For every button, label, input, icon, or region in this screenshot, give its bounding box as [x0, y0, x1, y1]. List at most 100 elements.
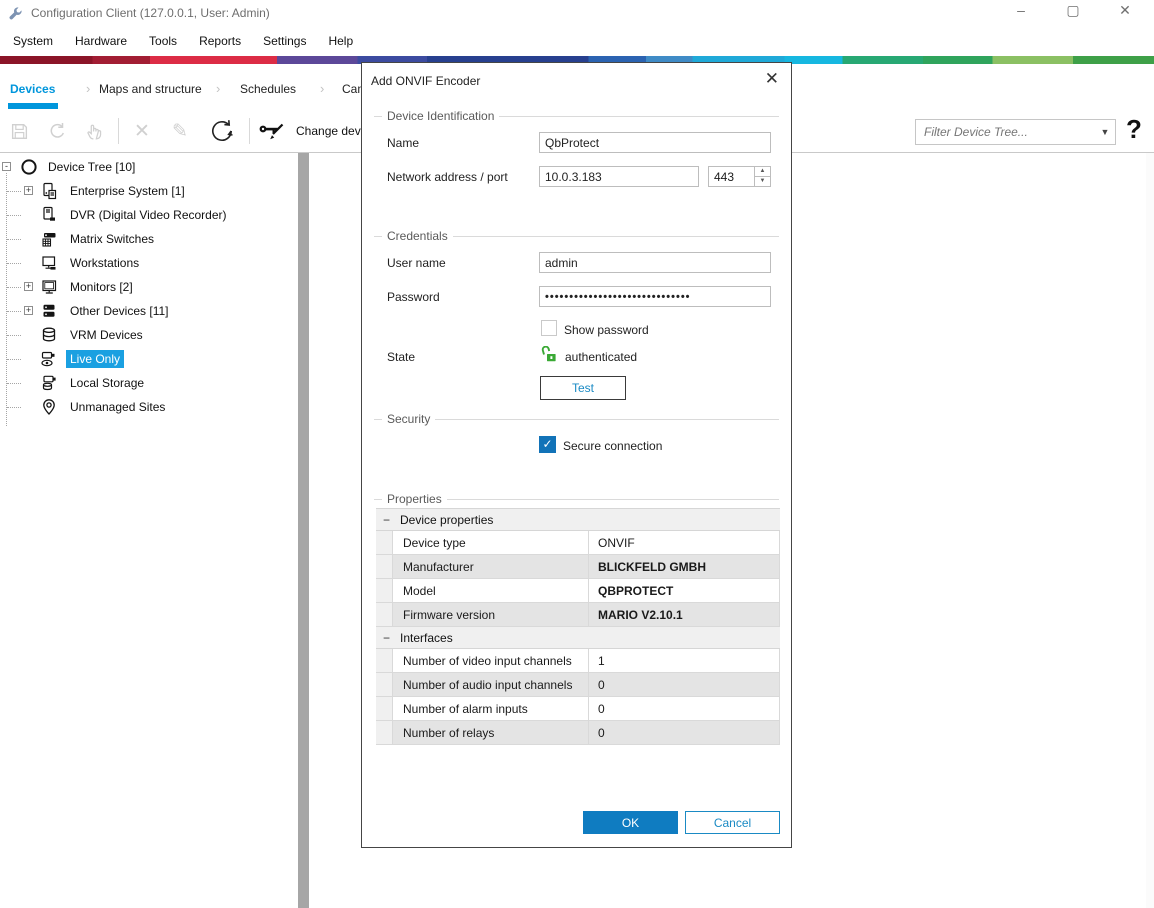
- property-group-device-properties[interactable]: − Device properties: [376, 509, 780, 531]
- collapse-expander-icon[interactable]: -: [2, 162, 11, 171]
- dvr-icon: [40, 206, 58, 227]
- panel-splitter[interactable]: [298, 153, 309, 908]
- menu-hardware[interactable]: Hardware: [64, 30, 138, 52]
- tree-connector-stub: [7, 215, 21, 216]
- wrench-app-icon: [8, 6, 23, 21]
- cancel-button[interactable]: Cancel: [685, 811, 780, 834]
- show-password-label: Show password: [564, 323, 649, 337]
- other-devices-icon: [40, 302, 58, 323]
- network-address-label: Network address / port: [387, 170, 508, 184]
- tree-item-other-devices[interactable]: + Other Devices [11]: [0, 299, 296, 323]
- maximize-button[interactable]: ▢: [1062, 2, 1084, 19]
- tree-item-dvr[interactable]: DVR (Digital Video Recorder): [0, 203, 296, 227]
- expand-expander-icon[interactable]: +: [24, 186, 33, 195]
- menu-help[interactable]: Help: [317, 30, 364, 52]
- stepper-down-icon[interactable]: ▼: [755, 177, 770, 186]
- tree-item-label[interactable]: Local Storage: [66, 374, 148, 392]
- tree-item-label[interactable]: Other Devices [11]: [66, 302, 172, 320]
- unmanaged-sites-icon: [40, 398, 58, 419]
- filter-input[interactable]: [916, 125, 1095, 139]
- name-field[interactable]: [539, 132, 771, 153]
- menu-reports[interactable]: Reports: [188, 30, 252, 52]
- collapse-minus-icon[interactable]: −: [383, 513, 393, 527]
- stepper-up-icon[interactable]: ▲: [755, 167, 770, 177]
- tree-item-label[interactable]: Unmanaged Sites: [66, 398, 169, 416]
- tree-connector-stub: [7, 191, 21, 192]
- secure-connection-checkbox[interactable]: ✓: [539, 436, 556, 453]
- vertical-scrollbar[interactable]: [1146, 153, 1154, 908]
- tree-connector-stub: [7, 287, 21, 288]
- network-address-field[interactable]: [539, 166, 699, 187]
- tree-connector-stub: [7, 383, 21, 384]
- ok-button[interactable]: OK: [583, 811, 678, 834]
- tab-schedules[interactable]: Schedules: [240, 82, 296, 96]
- test-button[interactable]: Test: [540, 376, 626, 400]
- stepper-arrows[interactable]: ▲▼: [754, 167, 770, 186]
- minimize-button[interactable]: –: [1010, 2, 1032, 19]
- tab-devices[interactable]: Devices: [10, 82, 55, 96]
- device-tree-filter[interactable]: ▼: [915, 119, 1116, 145]
- workstations-icon: [40, 254, 58, 275]
- tree-item-workstations[interactable]: Workstations: [0, 251, 296, 275]
- tree-item-matrix-switches[interactable]: Matrix Switches: [0, 227, 296, 251]
- tree-item-label[interactable]: Matrix Switches: [66, 230, 158, 248]
- delete-icon[interactable]: ✕: [123, 114, 161, 148]
- password-field[interactable]: [539, 286, 771, 307]
- collapse-minus-icon[interactable]: −: [383, 631, 393, 645]
- tree-item-label[interactable]: DVR (Digital Video Recorder): [66, 206, 231, 224]
- tree-item-label[interactable]: Device Tree [10]: [44, 158, 139, 176]
- tree-item-live-only[interactable]: Live Only: [0, 347, 296, 371]
- undo-icon[interactable]: [38, 114, 76, 148]
- table-row: Device type ONVIF: [376, 531, 780, 555]
- tree-item-label[interactable]: Workstations: [66, 254, 143, 272]
- tree-item-label[interactable]: Live Only: [66, 350, 124, 368]
- tree-item-label[interactable]: Monitors [2]: [66, 278, 137, 296]
- table-row: Model QBPROTECT: [376, 579, 780, 603]
- group-security: Security: [374, 412, 779, 426]
- show-password-checkbox[interactable]: [541, 320, 557, 336]
- password-label: Password: [387, 290, 440, 304]
- tree-item-enterprise-system[interactable]: + Enterprise System [1]: [0, 179, 296, 203]
- dialog-close-icon[interactable]: ✕: [765, 69, 779, 89]
- group-credentials: Credentials: [374, 229, 779, 243]
- toolbar-separator: [118, 118, 119, 144]
- menu-settings[interactable]: Settings: [252, 30, 317, 52]
- app-window: Configuration Client (127.0.0.1, User: A…: [0, 0, 1154, 908]
- change-device-passwords-icon[interactable]: [254, 114, 288, 148]
- pointer-hand-icon[interactable]: [76, 114, 114, 148]
- expand-expander-icon[interactable]: +: [24, 282, 33, 291]
- tree-item-local-storage[interactable]: Local Storage: [0, 371, 296, 395]
- menu-tools[interactable]: Tools: [138, 30, 188, 52]
- unlocked-padlock-icon: [541, 346, 558, 367]
- local-storage-icon: [40, 374, 58, 395]
- expand-expander-icon[interactable]: +: [24, 306, 33, 315]
- table-row: Number of alarm inputs 0: [376, 697, 780, 721]
- tree-connector-stub: [7, 311, 21, 312]
- menu-system[interactable]: System: [2, 30, 64, 52]
- tree-item-monitors[interactable]: + Monitors [2]: [0, 275, 296, 299]
- tab-maps-and-structure[interactable]: Maps and structure: [99, 82, 202, 96]
- tree-connector-stub: [7, 335, 21, 336]
- tree-item-vrm-devices[interactable]: VRM Devices: [0, 323, 296, 347]
- tree-item-label[interactable]: Enterprise System [1]: [66, 182, 189, 200]
- change-device-passwords-label[interactable]: Change devi: [296, 124, 363, 138]
- save-icon[interactable]: [0, 114, 38, 148]
- port-value[interactable]: 443: [709, 167, 754, 186]
- username-field[interactable]: [539, 252, 771, 273]
- tree-item-unmanaged-sites[interactable]: Unmanaged Sites: [0, 395, 296, 419]
- dropdown-arrow-icon[interactable]: ▼: [1095, 127, 1115, 137]
- refresh-icon[interactable]: [199, 114, 245, 148]
- property-group-interfaces[interactable]: − Interfaces: [376, 627, 780, 649]
- add-onvif-encoder-dialog: Add ONVIF Encoder ✕ Device Identificatio…: [361, 62, 792, 848]
- name-label: Name: [387, 136, 419, 150]
- close-window-button[interactable]: ✕: [1114, 2, 1136, 19]
- device-tree-icon: [20, 158, 38, 179]
- edit-pencil-icon[interactable]: ✎: [161, 114, 199, 148]
- properties-table: − Device properties Device type ONVIF Ma…: [376, 508, 780, 745]
- help-button[interactable]: ?: [1126, 114, 1142, 145]
- tree-item-device-tree[interactable]: - Device Tree [10]: [0, 155, 296, 179]
- tree-connector-stub: [7, 239, 21, 240]
- table-row: Firmware version MARIO V2.10.1: [376, 603, 780, 627]
- tree-item-label[interactable]: VRM Devices: [66, 326, 147, 344]
- port-stepper[interactable]: 443 ▲▼: [708, 166, 771, 187]
